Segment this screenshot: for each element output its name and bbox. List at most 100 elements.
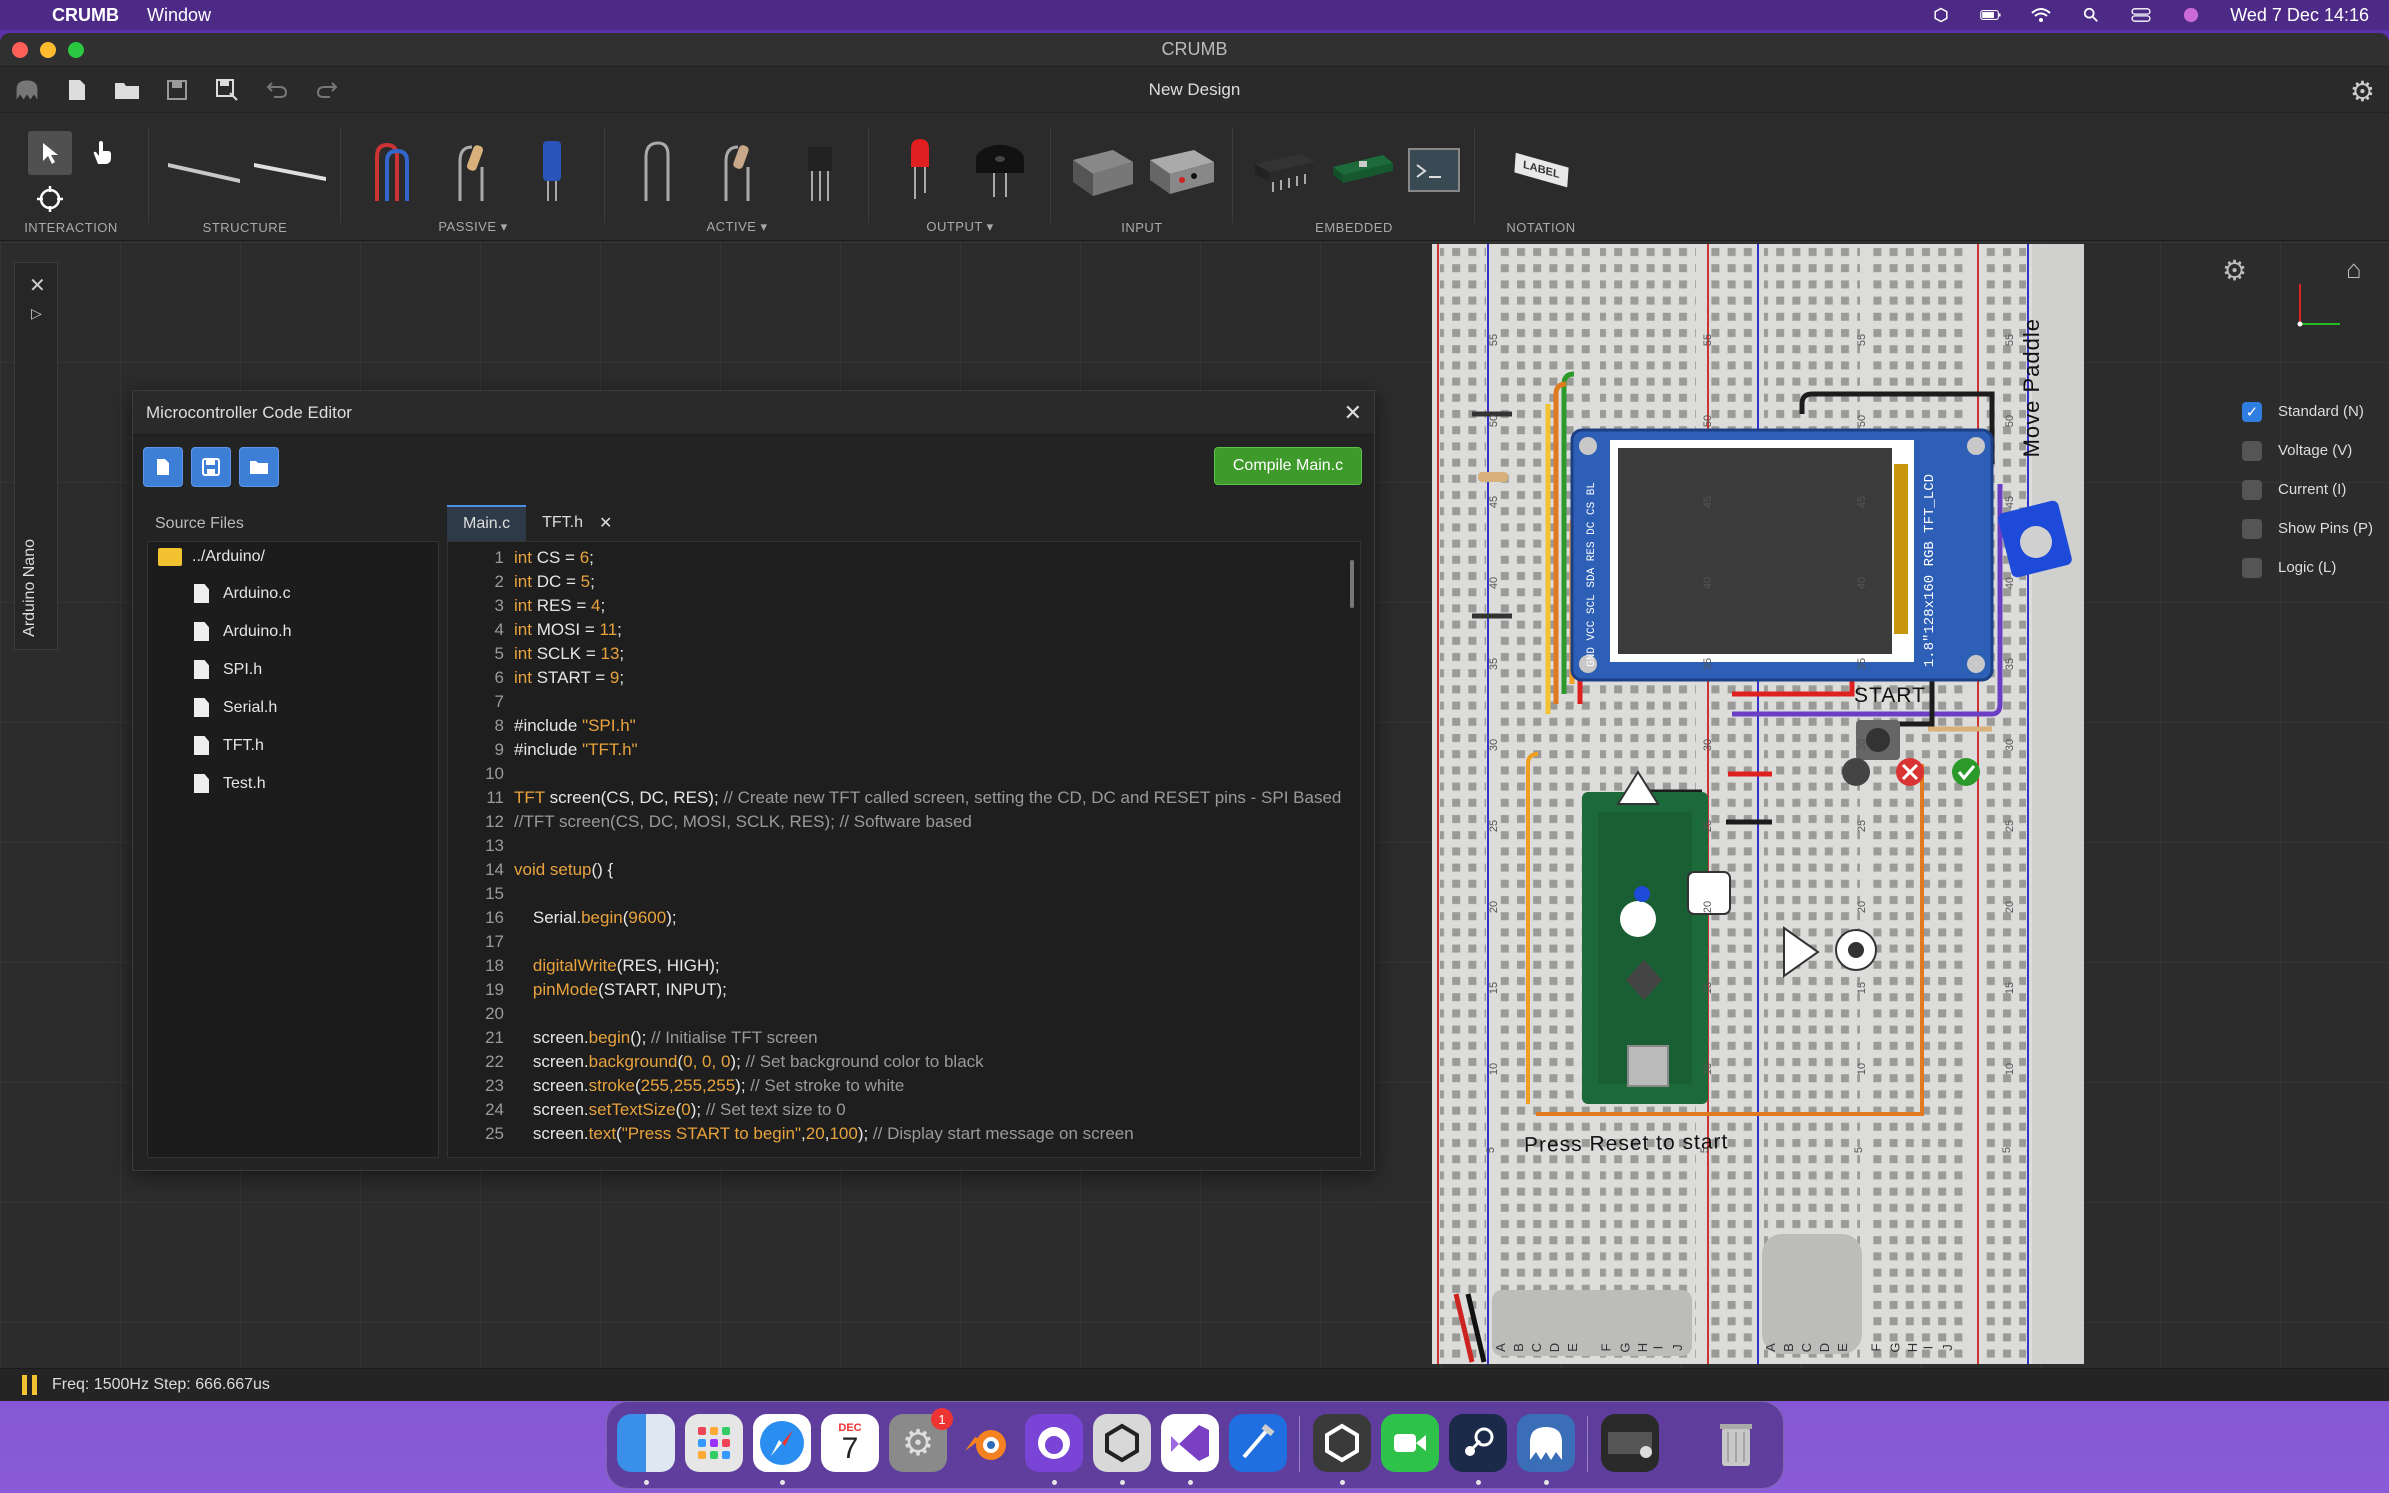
arduino-nano-part-icon[interactable] [1328, 135, 1398, 205]
option-show-pins[interactable]: Show Pins (P) [2242, 509, 2373, 548]
wire-part-icon[interactable] [164, 135, 244, 205]
unity-hub-icon[interactable] [1093, 1414, 1151, 1472]
press-reset-label: Press Reset to start [1523, 1130, 1729, 1157]
breadboard-canvas[interactable]: 1.8"128x160 RGB TFT_LCD GND VCC SCL SDA … [1432, 244, 2084, 1364]
github-desktop-icon[interactable] [1025, 1414, 1083, 1472]
power-supply-part-icon[interactable] [1144, 135, 1220, 205]
tab-tft-h[interactable]: TFT.h ✕ [526, 505, 628, 541]
logic-checkbox[interactable] [2242, 557, 2262, 578]
select-tool-icon[interactable] [28, 131, 72, 175]
spotlight-search-icon[interactable] [2080, 7, 2102, 23]
buzzer-part-icon[interactable] [970, 135, 1030, 205]
resistor-part-icon[interactable] [442, 135, 502, 205]
option-standard[interactable]: ✓ Standard (N) [2242, 392, 2373, 431]
hand-tool-icon[interactable] [82, 131, 122, 175]
compile-button[interactable]: Compile Main.c [1214, 447, 1362, 485]
blender-icon[interactable] [957, 1414, 1015, 1472]
close-side-tab-icon[interactable]: ✕ [29, 273, 46, 298]
wifi-icon[interactable] [2030, 7, 2052, 23]
passive-group-label[interactable]: PASSIVE ▾ [342, 219, 604, 235]
transistor-part-icon[interactable] [790, 135, 850, 205]
close-editor-icon[interactable]: ✕ [1344, 400, 1362, 426]
menu-app-name[interactable]: CRUMB [52, 5, 119, 26]
input-group: INPUT [1052, 113, 1232, 241]
option-logic[interactable]: Logic (L) [2242, 548, 2373, 587]
screen-capture-icon[interactable] [1601, 1414, 1659, 1472]
microcontroller-side-tab[interactable]: ✕ ▷ Arduino Nano [14, 262, 58, 650]
home-view-icon[interactable]: ⌂ [2346, 254, 2362, 285]
finder-icon[interactable] [617, 1414, 675, 1472]
column-letter: C [1799, 1342, 1815, 1353]
terminal-part-icon[interactable] [1404, 135, 1464, 205]
capacitor-part-icon[interactable] [522, 135, 582, 205]
system-settings-icon[interactable]: ⚙ 1 [889, 1408, 953, 1472]
launchpad-icon[interactable] [685, 1414, 743, 1472]
expand-side-tab-icon[interactable]: ▷ [31, 305, 42, 322]
view-settings-gear-icon[interactable]: ⚙ [2222, 254, 2247, 287]
cube-status-icon[interactable] [1930, 7, 1952, 23]
open-folder-icon[interactable] [114, 77, 140, 103]
source-folder-item[interactable]: ../Arduino/ [158, 548, 265, 566]
voltage-checkbox[interactable] [2242, 440, 2262, 461]
option-voltage[interactable]: Voltage (V) [2242, 431, 2373, 470]
safari-icon[interactable] [753, 1414, 811, 1472]
zener-diode-part-icon[interactable] [708, 135, 768, 205]
close-tab-icon[interactable]: ✕ [599, 513, 612, 533]
breadboard-strip-part-icon[interactable] [250, 135, 330, 205]
visual-studio-icon[interactable] [1161, 1414, 1219, 1472]
source-file-item[interactable]: Serial.h [194, 698, 277, 717]
code-scrollbar[interactable] [1350, 560, 1354, 608]
facetime-icon[interactable] [1381, 1414, 1439, 1472]
pause-simulation-icon[interactable] [22, 1375, 38, 1395]
output-group-label[interactable]: OUTPUT ▾ [870, 219, 1050, 235]
source-file-item[interactable]: Arduino.h [194, 622, 292, 641]
new-source-file-button[interactable] [143, 447, 183, 487]
source-file-item[interactable]: Test.h [194, 774, 266, 793]
option-current[interactable]: Current (I) [2242, 470, 2373, 509]
siri-icon[interactable] [2180, 7, 2202, 23]
jumper-wires-part-icon[interactable] [362, 135, 422, 205]
code-text-area[interactable]: 1 int CS = 6; 2 int DC = 5; 3 int RES = 4; 4 in… [447, 541, 1361, 1158]
save-icon[interactable] [164, 77, 190, 103]
ic-chip-part-icon[interactable] [1250, 135, 1320, 205]
xcode-icon[interactable] [1229, 1414, 1287, 1472]
close-window-button[interactable] [12, 42, 28, 58]
crosshair-tool-icon[interactable] [30, 179, 70, 219]
source-file-item[interactable]: TFT.h [194, 736, 264, 755]
output-group[interactable]: OUTPUT ▾ [870, 113, 1050, 241]
calendar-icon[interactable]: DEC 7 [821, 1414, 879, 1472]
embedded-group-label: EMBEDDED [1315, 220, 1393, 235]
unity-icon[interactable] [1313, 1414, 1371, 1472]
menu-window[interactable]: Window [147, 5, 211, 26]
crumb-icon[interactable] [1517, 1414, 1575, 1472]
label-part-icon[interactable]: LABEL [1506, 135, 1576, 205]
standard-checkbox[interactable]: ✓ [2242, 401, 2262, 422]
battery-icon[interactable] [1980, 7, 2002, 23]
redo-icon[interactable] [314, 77, 340, 103]
source-file-item[interactable]: SPI.h [194, 660, 262, 679]
show-pins-checkbox[interactable] [2242, 518, 2262, 539]
app-settings-gear-icon[interactable]: ⚙ [2350, 75, 2375, 108]
save-as-icon[interactable] [214, 77, 240, 103]
menu-clock[interactable]: Wed 7 Dec 14:16 [2230, 5, 2369, 26]
active-group-label[interactable]: ACTIVE ▾ [606, 219, 868, 235]
zoom-window-button[interactable] [68, 42, 84, 58]
active-group[interactable]: ACTIVE ▾ [606, 113, 868, 241]
steam-icon[interactable] [1449, 1414, 1507, 1472]
button-switch-part-icon[interactable] [1068, 135, 1138, 205]
led-part-icon[interactable] [890, 135, 950, 205]
control-center-icon[interactable] [2130, 7, 2152, 23]
diode-part-icon[interactable] [628, 135, 688, 205]
undo-icon[interactable] [264, 77, 290, 103]
minimize-window-button[interactable] [40, 42, 56, 58]
new-file-icon[interactable] [64, 77, 90, 103]
line-number: 1 [494, 548, 504, 567]
passive-group[interactable]: PASSIVE ▾ [342, 113, 604, 241]
tab-main-c[interactable]: Main.c [447, 505, 527, 541]
source-file-item[interactable]: Arduino.c [194, 584, 291, 603]
trash-icon[interactable] [1707, 1414, 1765, 1472]
current-checkbox[interactable] [2242, 479, 2262, 500]
save-source-file-button[interactable] [191, 447, 231, 487]
open-source-folder-button[interactable] [239, 447, 279, 487]
